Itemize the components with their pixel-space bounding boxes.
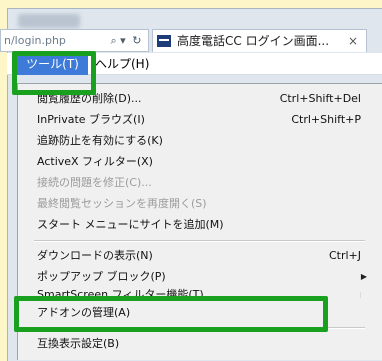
highlight-box-addons xyxy=(14,296,328,332)
menu-item-view-downloads[interactable]: ダウンロードの表示(N) Ctrl+J xyxy=(31,245,361,266)
menu-item-label: InPrivate ブラウズ(I) xyxy=(37,109,145,130)
refresh-icon[interactable]: ↻ xyxy=(132,30,141,51)
title-blur xyxy=(18,14,80,28)
menu-item-tracking-protection[interactable]: 追跡防止を有効にする(K) xyxy=(31,130,361,151)
menu-help[interactable]: ヘルプ(H) xyxy=(95,54,149,75)
menu-item-label: スタート メニューにサイトを追加(M) xyxy=(37,214,224,235)
search-dropdown-icon[interactable]: ⌕ ▾ xyxy=(111,30,126,51)
menu-item-add-to-start[interactable]: スタート メニューにサイトを追加(M) xyxy=(31,214,361,235)
menu-item-inprivate[interactable]: InPrivate ブラウズ(I) Ctrl+Shift+P xyxy=(31,109,361,130)
menu-item-activex-filter[interactable]: ActiveX フィルター(X) xyxy=(31,151,361,172)
menu-separator xyxy=(34,240,365,241)
submenu-arrow-icon: ▶ xyxy=(361,266,367,287)
menu-item-compat-view[interactable]: 互換表示設定(B) xyxy=(31,333,361,354)
address-bar[interactable]: n/login.php ⌕ ▾ ↻ xyxy=(0,29,149,52)
menu-item-label: 互換表示設定(B) xyxy=(37,333,119,354)
highlight-box-tools xyxy=(12,51,96,95)
close-tab-icon[interactable]: × xyxy=(348,30,358,52)
menu-item-label: 接続の問題を修正(C)... xyxy=(37,172,152,193)
browser-tab[interactable]: 高度電話CC ログイン画面... × xyxy=(152,29,367,52)
menu-item-shortcut: Ctrl+Shift+P xyxy=(291,109,361,130)
address-url[interactable]: n/login.php xyxy=(4,30,104,51)
menu-item-label: 追跡防止を有効にする(K) xyxy=(37,130,163,151)
menu-item-shortcut: Ctrl+Shift+Del xyxy=(280,88,361,109)
site-favicon-icon xyxy=(157,35,171,47)
menu-item-label: ActiveX フィルター(X) xyxy=(37,151,153,172)
menu-item-label: ダウンロードの表示(N) xyxy=(37,245,153,266)
tab-title: 高度電話CC ログイン画面... xyxy=(177,30,329,52)
menu-item-fix-connection: 接続の問題を修正(C)... xyxy=(31,172,361,193)
menu-item-shortcut: Ctrl+J xyxy=(329,245,361,266)
menu-item-reopen-session: 最終閲覧セッションを再度開く(S) xyxy=(31,193,361,214)
menu-item-label: 最終閲覧セッションを再度開く(S) xyxy=(37,193,207,214)
